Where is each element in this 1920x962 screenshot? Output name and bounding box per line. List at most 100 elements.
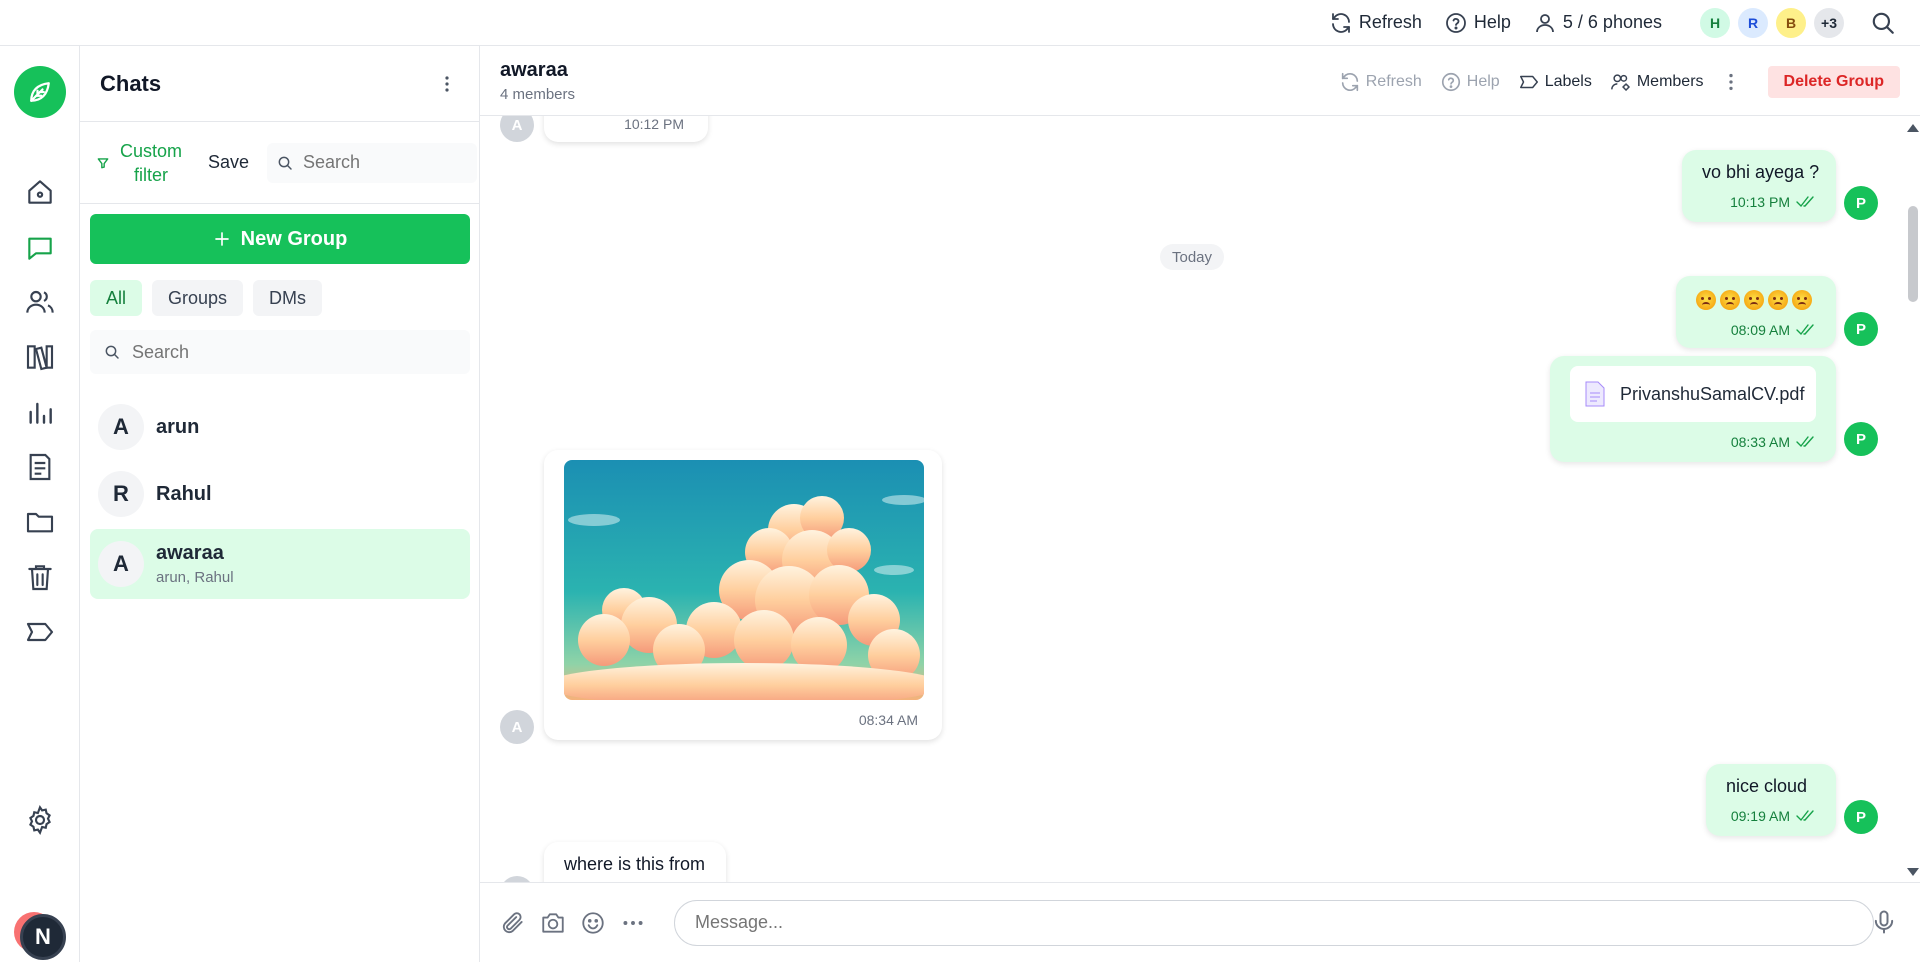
more-vertical-icon[interactable] xyxy=(435,72,459,96)
refresh-button[interactable]: Refresh xyxy=(1329,11,1422,35)
reports-icon xyxy=(29,453,51,481)
more-horizontal-icon[interactable] xyxy=(620,910,646,936)
chat-members: arun, Rahul xyxy=(156,569,234,586)
search-icon[interactable] xyxy=(1870,10,1896,36)
message-emojis xyxy=(1696,290,1812,310)
members-icon xyxy=(1610,74,1630,91)
chat-name: awaraa xyxy=(156,542,224,564)
chats-panel: Chats Custom filter Save New Group All G… xyxy=(80,46,480,962)
message-time: 09:19 AM xyxy=(1730,808,1790,824)
header-actions: Refresh Help Labels Members Delete Group xyxy=(1321,66,1900,98)
help-button[interactable]: Help xyxy=(1440,71,1500,93)
nav-rail: N xyxy=(0,46,80,962)
refresh-label: Refresh xyxy=(1358,12,1422,32)
top-bar: Refresh Help 5 / 6 phones H R B +3 xyxy=(0,0,1920,46)
labels-button[interactable]: Labels xyxy=(1518,71,1592,93)
avatar-overflow[interactable]: +3 xyxy=(1814,7,1844,38)
camera-icon[interactable] xyxy=(540,910,566,936)
filter-search-input[interactable] xyxy=(303,152,464,173)
message-input[interactable] xyxy=(674,899,1874,946)
more-vertical-icon[interactable] xyxy=(1720,71,1742,93)
tab-groups[interactable]: Groups xyxy=(152,280,244,316)
avatar: A xyxy=(98,541,144,587)
nav-files[interactable] xyxy=(24,506,56,538)
message-bubble[interactable]: 08:34 AM xyxy=(544,450,942,740)
weary-face-icon xyxy=(1792,290,1812,310)
message-bubble[interactable]: vo bhi ayega ? 10:13 PM xyxy=(1682,150,1836,222)
app-logo[interactable] xyxy=(14,66,66,118)
chat-list-item[interactable]: A arun xyxy=(90,392,470,462)
message-bubble[interactable]: where is this from xyxy=(544,842,726,882)
avatar[interactable]: R xyxy=(1738,7,1768,38)
user-icon xyxy=(1536,13,1554,32)
refresh-button[interactable]: Refresh xyxy=(1339,71,1422,93)
message-bubble[interactable]: nice cloud 09:19 AM xyxy=(1706,764,1836,836)
label-icon xyxy=(26,622,54,642)
microphone-icon[interactable] xyxy=(1870,908,1898,936)
message-bubble[interactable]: 10:12 PM xyxy=(544,116,708,142)
contacts-icon xyxy=(26,290,54,313)
trash-icon xyxy=(28,565,52,591)
message-bubble[interactable]: PrivanshuSamalCV.pdf 08:33 AM xyxy=(1550,356,1836,462)
chat-search xyxy=(90,330,470,374)
scrollbar-thumb[interactable] xyxy=(1908,206,1918,302)
help-icon xyxy=(1441,72,1460,92)
nav-labels[interactable] xyxy=(24,616,56,648)
nav-library[interactable] xyxy=(24,341,56,373)
message-bubble[interactable]: 08:09 AM xyxy=(1676,276,1836,348)
user-profile[interactable]: N xyxy=(14,908,70,962)
avatar: N xyxy=(20,914,66,960)
nav-reports[interactable] xyxy=(24,451,56,483)
message-composer xyxy=(480,882,1920,962)
avatar: P xyxy=(1844,186,1878,220)
message-time: 10:13 PM xyxy=(1730,194,1790,210)
chat-list-item[interactable]: R Rahul xyxy=(90,459,470,529)
help-icon xyxy=(1445,12,1466,33)
custom-filter-button[interactable]: Custom filter xyxy=(96,139,186,187)
scroll-down-icon[interactable] xyxy=(1907,868,1919,876)
paperclip-icon[interactable] xyxy=(500,910,526,936)
avatar: A xyxy=(500,116,534,142)
message-scrollbar[interactable] xyxy=(1904,116,1920,882)
save-button[interactable]: Save xyxy=(208,152,249,173)
sky-clouds-image[interactable] xyxy=(564,460,924,700)
chat-icon xyxy=(28,237,52,260)
new-group-button[interactable]: New Group xyxy=(90,214,470,264)
message-time: 08:09 AM xyxy=(1730,322,1790,338)
message-list: A 10:12 PM vo bhi ayega ? 10:13 PM P Tod… xyxy=(480,116,1920,882)
phones-button[interactable]: 5 / 6 phones xyxy=(1533,11,1662,35)
nav-contacts[interactable] xyxy=(24,286,56,318)
weary-face-icon xyxy=(1696,290,1716,310)
tab-dms[interactable]: DMs xyxy=(253,280,323,316)
weary-face-icon xyxy=(1720,290,1740,310)
avatar[interactable]: H xyxy=(1700,7,1730,38)
file-attachment[interactable]: PrivanshuSamalCV.pdf xyxy=(1570,366,1816,422)
message-meta: 08:09 AM xyxy=(1731,322,1818,338)
chat-search-input[interactable] xyxy=(132,341,452,363)
label-icon xyxy=(1519,75,1538,89)
emoji-icon[interactable] xyxy=(580,910,606,936)
scroll-up-icon[interactable] xyxy=(1907,124,1919,132)
date-divider: Today xyxy=(1160,244,1224,270)
nav-trash[interactable] xyxy=(24,561,56,593)
avatar[interactable]: B xyxy=(1776,7,1806,38)
nav-settings[interactable] xyxy=(24,804,56,836)
search-icon xyxy=(278,156,292,170)
help-button[interactable]: Help xyxy=(1444,11,1511,35)
phones-label: 5 / 6 phones xyxy=(1562,12,1662,32)
message-time: 08:33 AM xyxy=(1730,434,1790,450)
filter-icon xyxy=(97,157,109,168)
tab-all[interactable]: All xyxy=(90,280,143,316)
help-label: Help xyxy=(1466,73,1500,90)
message-meta: 10:13 PM xyxy=(1730,194,1818,210)
filter-search xyxy=(267,142,478,183)
delete-group-button[interactable]: Delete Group xyxy=(1767,66,1900,98)
nav-home[interactable] xyxy=(24,176,56,208)
settings-icon xyxy=(29,805,51,835)
nav-analytics[interactable] xyxy=(24,396,56,428)
conversation-pane: awaraa 4 members Refresh Help Labels Mem… xyxy=(480,46,1920,962)
chat-list-item-active[interactable]: A awaraa arun, Rahul xyxy=(90,529,470,599)
nav-chats[interactable] xyxy=(24,232,56,264)
members-button[interactable]: Members xyxy=(1610,71,1704,93)
clouds-picture xyxy=(564,460,924,700)
